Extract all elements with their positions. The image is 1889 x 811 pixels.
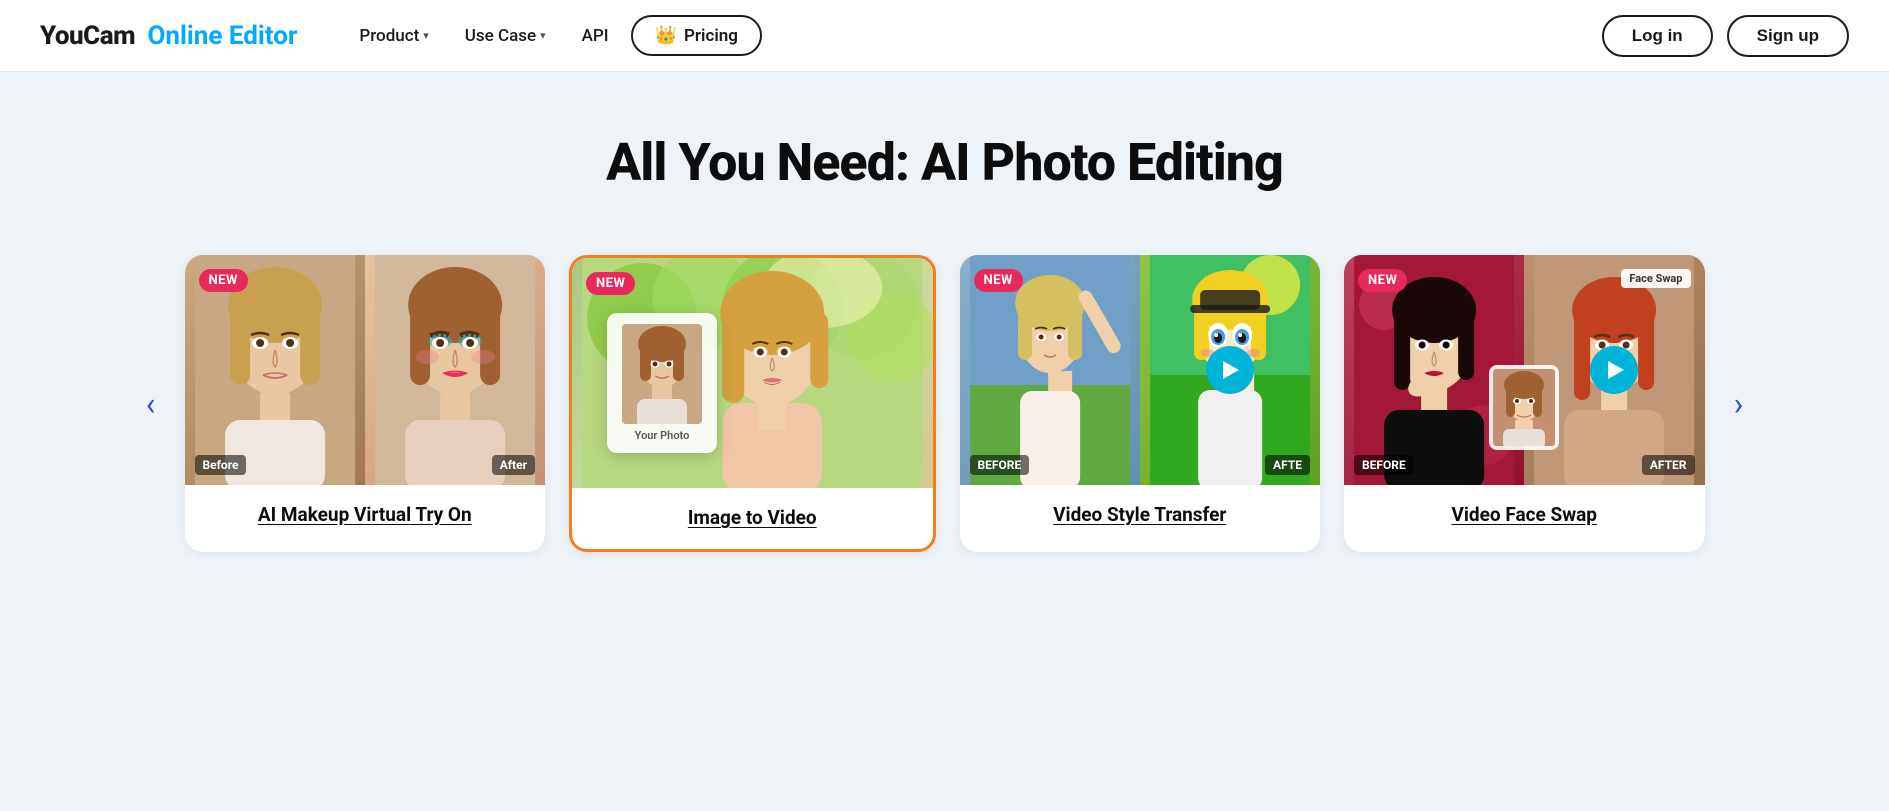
card-image-to-video-label: Image to Video bbox=[672, 488, 833, 549]
card-face-swap-before-label: BEFORE bbox=[1354, 455, 1414, 475]
carousel-prev-arrow[interactable]: ‹ bbox=[125, 378, 177, 430]
card-style-transfer[interactable]: NEW bbox=[960, 255, 1321, 552]
card-style-transfer-label: Video Style Transfer bbox=[1037, 485, 1242, 546]
card-face-swap-badge: NEW bbox=[1358, 269, 1407, 292]
crown-icon: 👑 bbox=[655, 25, 677, 46]
card-style-transfer-after bbox=[1140, 255, 1320, 485]
card-makeup-after-half bbox=[365, 255, 545, 485]
section-title: All You Need: AI Photo Editing bbox=[606, 132, 1283, 193]
nav-pricing-label: Pricing bbox=[684, 26, 738, 46]
carousel-track: NEW bbox=[177, 245, 1713, 562]
main-content: All You Need: AI Photo Editing ‹ NEW bbox=[0, 72, 1889, 811]
card-face-swap[interactable]: NEW bbox=[1344, 255, 1705, 552]
card-style-transfer-before-label: BEFORE bbox=[970, 455, 1030, 475]
your-photo-label: Your Photo bbox=[635, 429, 690, 442]
card-makeup-image: NEW bbox=[185, 255, 546, 485]
card-image-to-video[interactable]: NEW bbox=[569, 255, 936, 552]
card-makeup[interactable]: NEW bbox=[185, 255, 546, 552]
card-face-swap-image: NEW bbox=[1344, 255, 1705, 485]
card-style-transfer-badge: NEW bbox=[974, 269, 1023, 292]
logo-youcam: YouCam bbox=[40, 21, 135, 51]
card-makeup-badge: NEW bbox=[199, 269, 248, 292]
card-style-transfer-image: NEW bbox=[960, 255, 1321, 485]
card-face-swap-play-icon[interactable] bbox=[1590, 346, 1638, 394]
chevron-left-icon: ‹ bbox=[146, 385, 156, 423]
your-photo-frame: Your Photo bbox=[607, 313, 717, 453]
nav-api[interactable]: API bbox=[568, 18, 623, 54]
card-image-to-video-badge: NEW bbox=[586, 272, 635, 295]
card-face-swap-overlay-label: Face Swap bbox=[1621, 269, 1690, 288]
nav-usecase[interactable]: Use Case ▾ bbox=[451, 18, 560, 54]
carousel-wrapper: ‹ NEW bbox=[95, 245, 1795, 562]
card-makeup-before-label: Before bbox=[195, 455, 247, 475]
nav-pricing-button[interactable]: 👑 Pricing bbox=[631, 15, 762, 56]
nav-usecase-label: Use Case bbox=[465, 26, 536, 46]
your-photo-inner bbox=[622, 324, 702, 424]
card-makeup-label: AI Makeup Virtual Try On bbox=[242, 485, 488, 546]
nav-product-chevron-icon: ▾ bbox=[423, 29, 429, 42]
card-face-swap-label: Video Face Swap bbox=[1435, 485, 1613, 546]
login-button[interactable]: Log in bbox=[1602, 15, 1713, 57]
logo-editor: Online Editor bbox=[148, 21, 298, 51]
card-style-transfer-after-label: AFTE bbox=[1265, 455, 1310, 475]
card-image-to-video-image: NEW bbox=[572, 258, 933, 488]
card-face-swap-small-frame bbox=[1489, 365, 1559, 450]
navbar: YouCam Online Editor Product ▾ Use Case … bbox=[0, 0, 1889, 72]
carousel-next-arrow[interactable]: › bbox=[1713, 378, 1765, 430]
nav-product[interactable]: Product ▾ bbox=[345, 18, 442, 54]
nav-usecase-chevron-icon: ▾ bbox=[540, 29, 546, 42]
nav-auth: Log in Sign up bbox=[1602, 15, 1849, 57]
chevron-right-icon: › bbox=[1734, 385, 1744, 423]
card-makeup-after-label: After bbox=[492, 455, 535, 475]
card-style-transfer-play-icon[interactable] bbox=[1206, 346, 1254, 394]
card-face-swap-after-label: AFTER bbox=[1642, 455, 1695, 475]
signup-button[interactable]: Sign up bbox=[1727, 15, 1849, 57]
nav-product-label: Product bbox=[359, 26, 419, 46]
brand-logo[interactable]: YouCam Online Editor bbox=[40, 21, 297, 51]
nav-links: Product ▾ Use Case ▾ API 👑 Pricing bbox=[345, 15, 1601, 56]
